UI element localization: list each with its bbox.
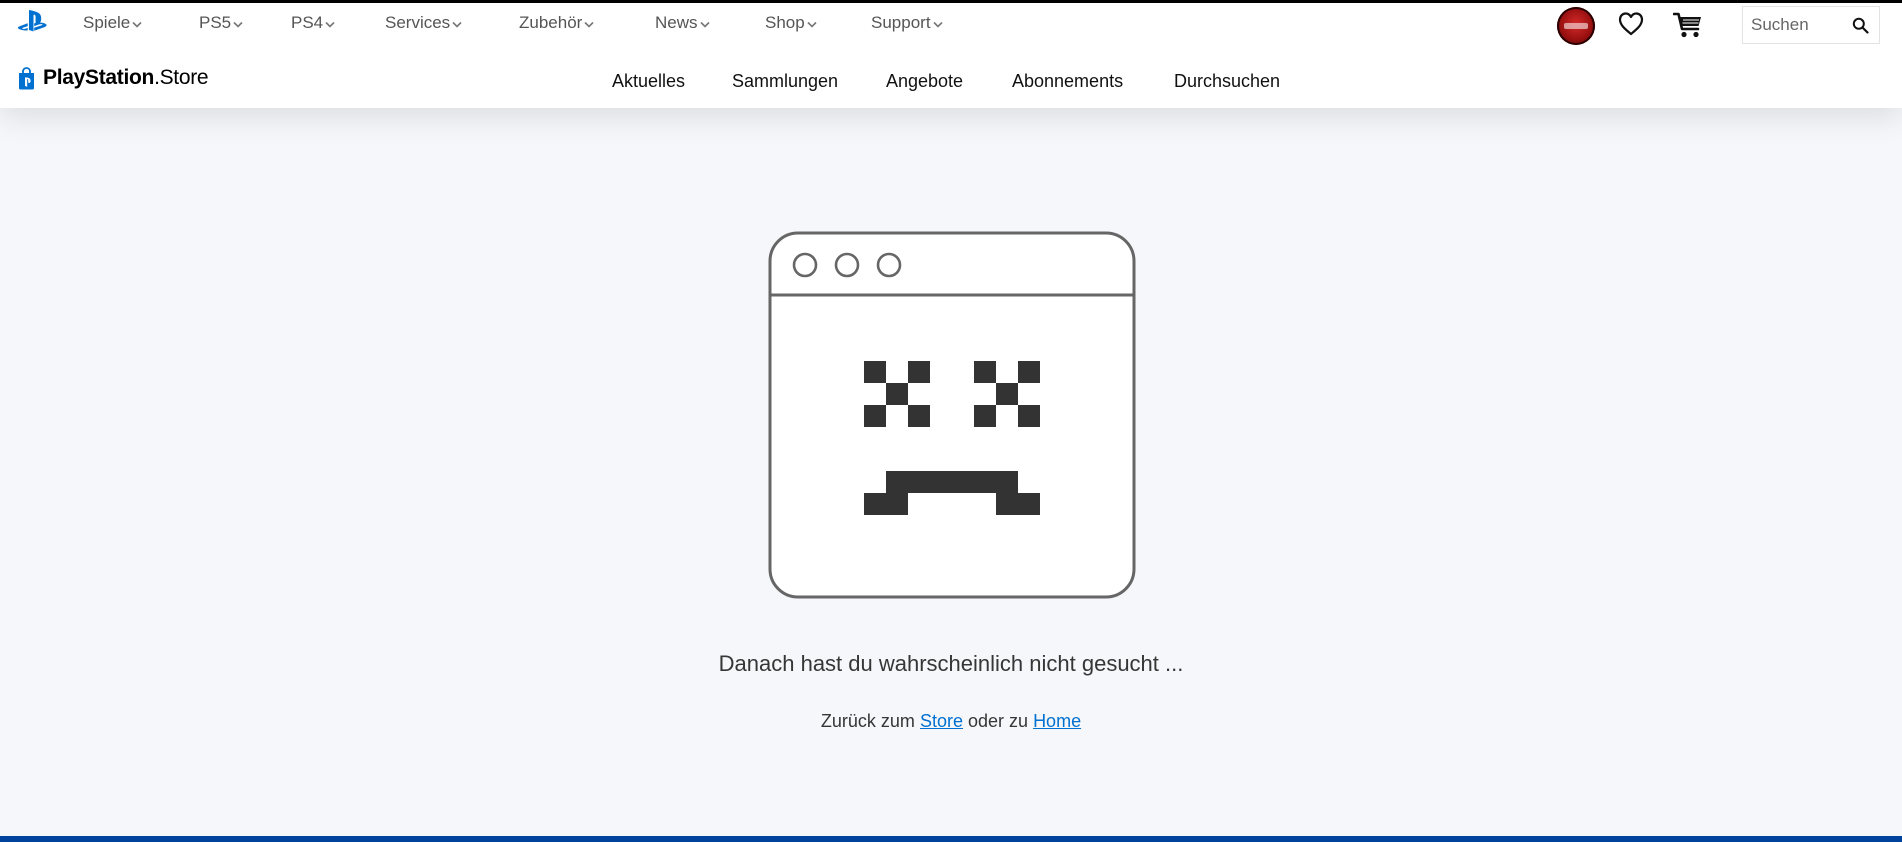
chevron-down-icon <box>452 21 462 28</box>
global-nav-label: Support <box>871 13 931 32</box>
global-nav-label: Shop <box>765 13 805 32</box>
global-nav-label: Spiele <box>83 13 131 32</box>
global-nav-label: Zubehör <box>519 13 583 32</box>
global-nav-item-services[interactable]: Services <box>385 13 462 33</box>
global-nav-item-ps4[interactable]: PS4 <box>291 13 335 33</box>
error-links: Zurück zum Store oder zu Home <box>0 711 1902 732</box>
home-link[interactable]: Home <box>1033 711 1081 731</box>
store-nav: Aktuelles Sammlungen Angebote Abonnement… <box>0 71 1902 95</box>
heart-icon[interactable] <box>1618 11 1644 37</box>
global-nav-label: News <box>655 13 698 32</box>
error-links-prefix: Zurück zum <box>820 711 915 731</box>
chevron-down-icon <box>699 21 710 28</box>
chevron-down-icon <box>233 21 243 28</box>
cart-icon[interactable] <box>1673 11 1703 39</box>
chevron-down-icon <box>325 21 335 28</box>
search-box[interactable] <box>1742 6 1880 44</box>
error-links-middle: oder zu <box>968 711 1029 731</box>
global-nav-item-spiele[interactable]: Spiele <box>83 13 142 33</box>
store-nav-aktuelles[interactable]: Aktuelles <box>612 71 685 92</box>
chevron-down-icon <box>807 21 817 28</box>
user-avatar[interactable] <box>1557 7 1595 45</box>
global-nav-label: PS4 <box>291 13 324 32</box>
global-nav-item-zubehoer[interactable]: Zubehör <box>519 13 594 33</box>
global-nav-item-news[interactable]: News <box>655 13 710 33</box>
global-nav-item-ps5[interactable]: PS5 <box>199 13 243 33</box>
global-nav-label: PS5 <box>199 13 232 32</box>
playstation-logo-icon[interactable] <box>17 10 49 34</box>
store-link[interactable]: Store <box>920 711 963 731</box>
footer-bar <box>0 836 1902 842</box>
sad-browser-icon <box>768 231 1136 599</box>
global-nav-item-support[interactable]: Support <box>871 13 943 33</box>
store-nav-angebote[interactable]: Angebote <box>886 71 963 92</box>
chevron-down-icon <box>584 21 594 28</box>
chevron-down-icon <box>132 21 142 28</box>
search-input[interactable] <box>1751 7 1847 43</box>
error-title: Danach hast du wahrscheinlich nicht gesu… <box>718 651 1184 676</box>
site-header: Spiele PS5 PS4 Services Zubehör News Sho… <box>0 3 1902 108</box>
store-nav-abonnements[interactable]: Abonnements <box>1012 71 1123 92</box>
store-nav-sammlungen[interactable]: Sammlungen <box>732 71 838 92</box>
global-nav-label: Services <box>385 13 451 32</box>
global-nav-item-shop[interactable]: Shop <box>765 13 817 33</box>
search-icon[interactable] <box>1852 17 1869 34</box>
chevron-down-icon <box>932 21 943 28</box>
store-nav-durchsuchen[interactable]: Durchsuchen <box>1174 71 1280 92</box>
